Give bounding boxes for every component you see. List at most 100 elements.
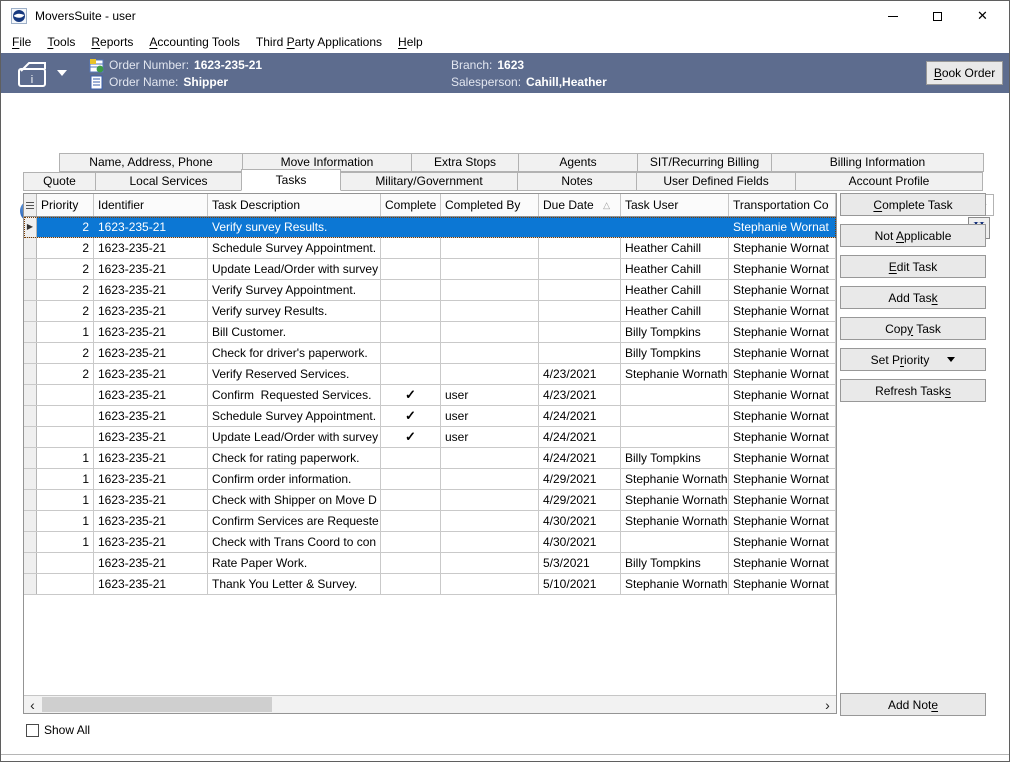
row-selector[interactable] xyxy=(24,427,37,447)
row-selector-arrow-icon[interactable]: ▶ xyxy=(24,217,37,237)
cell-due-date[interactable]: 4/30/2021 xyxy=(539,532,621,552)
cell-transportation[interactable]: Stephanie Wornat xyxy=(729,322,836,342)
cell-priority[interactable]: 2 xyxy=(37,364,94,384)
show-all-checkbox[interactable] xyxy=(26,724,39,737)
cell-description[interactable]: Check with Trans Coord to con xyxy=(208,532,381,552)
cell-due-date[interactable]: 4/30/2021 xyxy=(539,511,621,531)
task-row[interactable]: 1623-235-21Thank You Letter & Survey.5/1… xyxy=(24,574,836,595)
cell-task-user[interactable]: Stephanie Wornath xyxy=(621,364,729,384)
cell-task-user[interactable]: Billy Tompkins xyxy=(621,343,729,363)
cell-description[interactable]: Verify survey Results. xyxy=(208,217,381,237)
close-button[interactable]: ✕ xyxy=(960,1,1005,31)
cell-description[interactable]: Confirm Requested Services. xyxy=(208,385,381,405)
row-selector[interactable] xyxy=(24,322,37,342)
cell-identifier[interactable]: 1623-235-21 xyxy=(94,322,208,342)
order-info-folder-icon[interactable]: i xyxy=(15,59,53,89)
cell-task-user[interactable]: Billy Tompkins xyxy=(621,553,729,573)
row-selector[interactable] xyxy=(24,490,37,510)
cell-completed-by[interactable] xyxy=(441,553,539,573)
cell-transportation[interactable]: Stephanie Wornat xyxy=(729,364,836,384)
cell-completed-by[interactable] xyxy=(441,280,539,300)
scroll-right-icon[interactable]: › xyxy=(819,696,836,713)
cell-priority[interactable] xyxy=(37,427,94,447)
cell-task-user[interactable] xyxy=(621,427,729,447)
cell-complete[interactable] xyxy=(381,217,441,237)
tab-military-government[interactable]: Military/Government xyxy=(340,172,518,191)
cell-identifier[interactable]: 1623-235-21 xyxy=(94,259,208,279)
cell-due-date[interactable] xyxy=(539,259,621,279)
row-selector[interactable] xyxy=(24,448,37,468)
cell-completed-by[interactable] xyxy=(441,259,539,279)
cell-task-user[interactable]: Heather Cahill xyxy=(621,238,729,258)
cell-due-date[interactable]: 4/24/2021 xyxy=(539,427,621,447)
add-note-button[interactable]: Add Note xyxy=(840,693,986,716)
cell-transportation[interactable]: Stephanie Wornat xyxy=(729,553,836,573)
cell-description[interactable]: Bill Customer. xyxy=(208,322,381,342)
cell-transportation[interactable]: Stephanie Wornat xyxy=(729,448,836,468)
cell-completed-by[interactable]: user xyxy=(441,427,539,447)
cell-complete[interactable] xyxy=(381,238,441,258)
cell-description[interactable]: Check for driver's paperwork. xyxy=(208,343,381,363)
menu-reports[interactable]: Reports xyxy=(83,31,141,53)
copy-task-button[interactable]: Copy Task xyxy=(840,317,986,340)
maximize-button[interactable] xyxy=(915,1,960,31)
cell-due-date[interactable] xyxy=(539,322,621,342)
scroll-left-icon[interactable]: ‹ xyxy=(24,696,41,713)
cell-due-date[interactable]: 5/10/2021 xyxy=(539,574,621,594)
row-selector[interactable] xyxy=(24,364,37,384)
cell-identifier[interactable]: 1623-235-21 xyxy=(94,343,208,363)
cell-due-date[interactable]: 4/24/2021 xyxy=(539,406,621,426)
task-row[interactable]: 11623-235-21Confirm order information.4/… xyxy=(24,469,836,490)
add-task-button[interactable]: Add Task xyxy=(840,286,986,309)
cell-description[interactable]: Verify Reserved Services. xyxy=(208,364,381,384)
tab-agents[interactable]: Agents xyxy=(518,153,638,172)
cell-description[interactable]: Confirm order information. xyxy=(208,469,381,489)
cell-description[interactable]: Check with Shipper on Move D xyxy=(208,490,381,510)
cell-completed-by[interactable] xyxy=(441,322,539,342)
cell-task-user[interactable] xyxy=(621,385,729,405)
cell-task-user[interactable] xyxy=(621,406,729,426)
cell-priority[interactable]: 1 xyxy=(37,448,94,468)
column-header-transportation-co[interactable]: Transportation Co xyxy=(729,194,836,216)
cell-due-date[interactable]: 4/29/2021 xyxy=(539,490,621,510)
column-header-due-date[interactable]: Due Date△ xyxy=(539,194,621,216)
edit-task-button[interactable]: Edit Task xyxy=(840,255,986,278)
task-row[interactable]: 11623-235-21Confirm Services are Request… xyxy=(24,511,836,532)
cell-transportation[interactable]: Stephanie Wornat xyxy=(729,301,836,321)
cell-priority[interactable]: 1 xyxy=(37,469,94,489)
row-selector[interactable] xyxy=(24,553,37,573)
cell-completed-by[interactable] xyxy=(441,532,539,552)
cell-transportation[interactable]: Stephanie Wornat xyxy=(729,574,836,594)
cell-identifier[interactable]: 1623-235-21 xyxy=(94,553,208,573)
menu-tools[interactable]: Tools xyxy=(39,31,83,53)
cell-identifier[interactable]: 1623-235-21 xyxy=(94,280,208,300)
column-header-task-description[interactable]: Task Description xyxy=(208,194,381,216)
cell-identifier[interactable]: 1623-235-21 xyxy=(94,406,208,426)
row-selector[interactable] xyxy=(24,343,37,363)
cell-task-user[interactable]: Heather Cahill xyxy=(621,301,729,321)
tab-tasks[interactable]: Tasks xyxy=(241,169,341,191)
task-row[interactable]: 11623-235-21Bill Customer.Billy Tompkins… xyxy=(24,322,836,343)
cell-transportation[interactable]: Stephanie Wornat xyxy=(729,280,836,300)
tab-sit-recurring-billing[interactable]: SIT/Recurring Billing xyxy=(637,153,772,172)
menu-help[interactable]: Help xyxy=(390,31,431,53)
cell-task-user[interactable]: Billy Tompkins xyxy=(621,448,729,468)
cell-identifier[interactable]: 1623-235-21 xyxy=(94,469,208,489)
cell-transportation[interactable]: Stephanie Wornat xyxy=(729,427,836,447)
cell-description[interactable]: Schedule Survey Appointment. xyxy=(208,238,381,258)
cell-transportation[interactable]: Stephanie Wornat xyxy=(729,385,836,405)
cell-due-date[interactable]: 5/3/2021 xyxy=(539,553,621,573)
horizontal-scrollbar[interactable]: ‹ › xyxy=(24,695,836,713)
task-row[interactable]: 1623-235-21Rate Paper Work.5/3/2021Billy… xyxy=(24,553,836,574)
cell-due-date[interactable] xyxy=(539,343,621,363)
cell-transportation[interactable]: Stephanie Wornat xyxy=(729,259,836,279)
cell-description[interactable]: Thank You Letter & Survey. xyxy=(208,574,381,594)
task-row[interactable]: 21623-235-21Verify survey Results.Heathe… xyxy=(24,301,836,322)
cell-description[interactable]: Update Lead/Order with survey xyxy=(208,427,381,447)
cell-completed-by[interactable] xyxy=(441,448,539,468)
cell-completed-by[interactable] xyxy=(441,343,539,363)
cell-task-user[interactable] xyxy=(621,217,729,237)
cell-completed-by[interactable] xyxy=(441,511,539,531)
task-row[interactable]: 21623-235-21Verify Survey Appointment.He… xyxy=(24,280,836,301)
cell-identifier[interactable]: 1623-235-21 xyxy=(94,217,208,237)
